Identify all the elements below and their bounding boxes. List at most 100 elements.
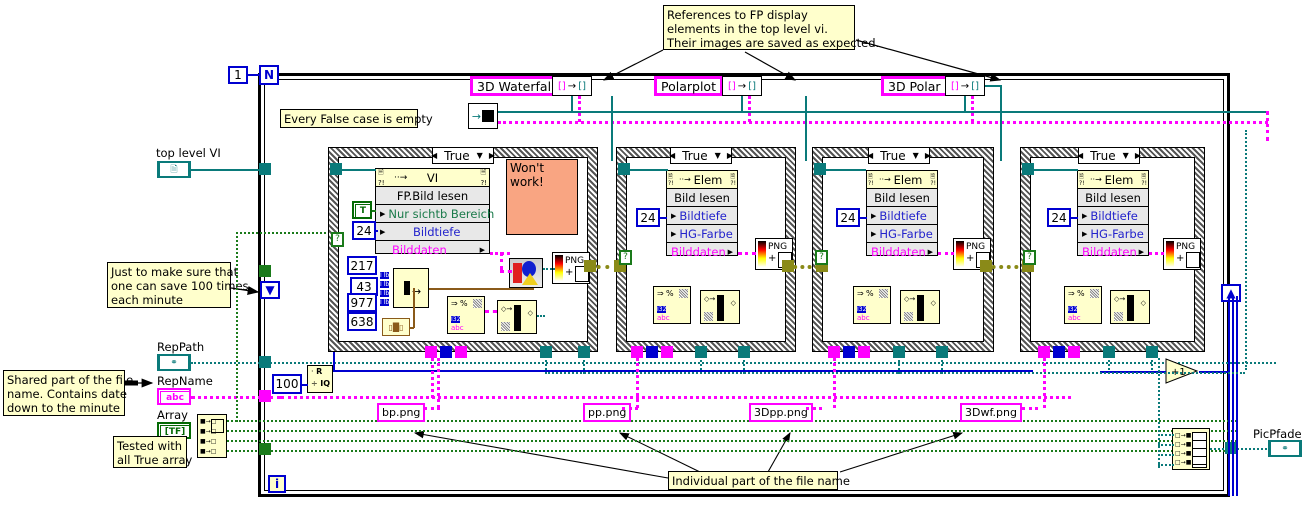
rect-constant-1-2[interactable]: 977	[347, 293, 377, 312]
case-dropdown-arrow-3[interactable]: ▼	[910, 151, 922, 160]
tunnel-olive-1[interactable]	[782, 260, 794, 272]
format-into-string-case-4[interactable]: ⇒ % I32 abc	[1064, 286, 1102, 324]
build-path-case-2[interactable]: ◇→ ◇	[700, 290, 740, 324]
case-selector-4[interactable]: ◀ True ▼ ▶	[1077, 147, 1141, 164]
case2-tunnel-blue[interactable]	[646, 346, 658, 358]
case-select-q-1[interactable]: ?	[331, 232, 344, 247]
case-next-arrow-4[interactable]: ▶	[1132, 151, 1144, 160]
case1-tunnel-in[interactable]	[330, 163, 342, 175]
control-reppath[interactable]: ⚭	[157, 354, 191, 371]
filename-constant-3[interactable]: 3Dpp.png	[749, 403, 813, 422]
bundle-node-case-1[interactable]: I lb I lb I lb I lb →	[380, 268, 429, 308]
case-prev-arrow-4[interactable]: ◀	[1074, 151, 1086, 160]
indicator-picpfade[interactable]: ⚭	[1268, 440, 1302, 457]
case1-tunnel-pink-a[interactable]	[425, 346, 437, 358]
case-next-arrow-3[interactable]: ▶	[922, 151, 934, 160]
case3-tunnel-pink-a[interactable]	[828, 346, 840, 358]
tunnel-array[interactable]	[259, 443, 271, 455]
depth-constant-case-4[interactable]: 24	[1047, 208, 1071, 227]
unbundle-node[interactable]: →	[468, 103, 498, 129]
case2-tunnel-pink-a[interactable]	[631, 346, 643, 358]
case2-tunnel-in[interactable]	[618, 163, 630, 175]
rect-constant-1-0[interactable]: 217	[347, 256, 377, 275]
constant-100[interactable]: 100	[272, 374, 302, 394]
typedef-node-case-1[interactable]: ▯█▯	[382, 318, 410, 336]
property-node-row-3-2[interactable]: Bilddaten ▶	[867, 243, 937, 260]
case-prev-arrow-2[interactable]: ◀	[666, 151, 678, 160]
quotient-remainder-node[interactable]: · R ÷ IQ	[307, 365, 333, 393]
reference-label-3d-waterfall[interactable]: 3D Waterfall	[470, 76, 562, 96]
depth-constant-case-2[interactable]: 24	[636, 208, 660, 227]
index-array-node[interactable]: ■→□ ■→□ ■→□ ■→□	[197, 414, 227, 458]
tunnel-olive-0[interactable]	[584, 260, 596, 272]
tunnel-topvi[interactable]	[259, 163, 271, 175]
case-dropdown-arrow-4[interactable]: ▼	[1120, 151, 1132, 160]
case-selector-3[interactable]: ◀ True ▼ ▶	[867, 147, 931, 164]
case3-tunnel-pink-b[interactable]	[858, 346, 870, 358]
property-node-row-3-0[interactable]: ▶ Bildtiefe	[867, 207, 937, 225]
filename-constant-4[interactable]: 3Dwf.png	[960, 403, 1022, 422]
case-selector-2[interactable]: ◀ True ▼ ▶	[669, 147, 733, 164]
array-to-element-node-3[interactable]: [] → []	[945, 76, 985, 96]
build-path-case-3[interactable]: ◇→ ◇	[900, 290, 940, 324]
reference-label-polarplot[interactable]: Polarplot	[654, 76, 723, 96]
property-node-case-2[interactable]: 🗎?! ‧‧→ Elem 🗎?! Bild lesen ▶ Bildtiefe …	[666, 170, 738, 259]
case2-tunnel-pink-b[interactable]	[661, 346, 673, 358]
array-to-element-node-2[interactable]: [] → []	[722, 76, 762, 96]
reference-label-3d-polar[interactable]: 3D Polar	[881, 76, 948, 96]
tunnel-olive-3[interactable]	[980, 260, 992, 272]
case4-tunnel-pink-a[interactable]	[1038, 346, 1050, 358]
build-array-node[interactable]: □→■ □→■ □→■ □→■	[1172, 428, 1210, 470]
case1-tunnel-blue[interactable]	[440, 346, 452, 358]
property-node-row-1-0[interactable]: ▶ Nur sichtb Bereich	[376, 205, 494, 223]
image-node-case-1[interactable]	[509, 258, 543, 288]
property-node-case-4[interactable]: 🗎?! ‧‧→ Elem 🗎?! Bild lesen ▶ Bildtiefe …	[1077, 170, 1149, 259]
case-select-q-3[interactable]: ?	[815, 250, 828, 265]
property-node-row-4-0[interactable]: ▶ Bildtiefe	[1078, 207, 1148, 225]
loop-count-constant[interactable]: 1	[228, 66, 248, 84]
case-select-q-4[interactable]: ?	[1023, 250, 1036, 265]
property-node-row-2-0[interactable]: ▶ Bildtiefe	[667, 207, 737, 225]
png-write-node-case-4[interactable]: PNG +	[1163, 238, 1201, 270]
case-next-arrow-1[interactable]: ▶	[486, 151, 498, 160]
tunnel-reppath[interactable]	[259, 356, 271, 368]
build-path-case-1[interactable]: ◇→ ◇	[497, 300, 537, 334]
filename-constant-2[interactable]: pp.png	[583, 403, 632, 422]
shift-register-right[interactable]: ▲	[1221, 284, 1241, 302]
depth-constant-case-1[interactable]: 24	[352, 221, 376, 240]
case-next-arrow-2[interactable]: ▶	[724, 151, 736, 160]
property-node-case-3[interactable]: 🗎?! ‧‧→ Elem 🗎?! Bild lesen ▶ Bildtiefe …	[866, 170, 938, 259]
case4-tunnel-in[interactable]	[1022, 163, 1034, 175]
property-node-case-1[interactable]: 🗎?! ‧‧→ VI 🗎?! FP.Bild lesen ▶ Nur sicht…	[375, 168, 494, 257]
true-constant-case-1[interactable]: T	[352, 201, 372, 219]
select-node[interactable]: ▼	[260, 281, 280, 299]
array-to-element-node-1[interactable]: [] → []	[552, 76, 592, 96]
tunnel-array-green[interactable]	[259, 265, 271, 277]
loop-iteration-terminal[interactable]: i	[268, 475, 286, 493]
filename-constant-1[interactable]: bp.png	[377, 403, 426, 422]
property-node-row-1-1[interactable]: ▶ Bildtiefe	[376, 223, 489, 241]
control-repname[interactable]: abc	[157, 388, 191, 405]
format-into-string-case-3[interactable]: ⇒ % I32 abc	[853, 286, 891, 324]
depth-constant-case-3[interactable]: 24	[836, 208, 860, 227]
case-dropdown-arrow-2[interactable]: ▼	[712, 151, 724, 160]
rect-constant-1-3[interactable]: 638	[347, 312, 377, 331]
case3-tunnel-in[interactable]	[814, 163, 826, 175]
property-node-row-2-1[interactable]: ▶ HG-Farbe	[667, 225, 737, 243]
property-node-row-3-1[interactable]: ▶ HG-Farbe	[867, 225, 937, 243]
format-into-string-case-1[interactable]: ⇒ % I32 abc	[447, 296, 485, 334]
property-node-row-2-2[interactable]: Bilddaten ▶	[667, 243, 737, 260]
tunnel-repname[interactable]	[259, 390, 271, 402]
case4-tunnel-pink-b[interactable]	[1068, 346, 1080, 358]
case-selector-1[interactable]: ◀ True ▼ ▶	[431, 147, 495, 164]
case1-tunnel-pink-b[interactable]	[455, 346, 467, 358]
case4-tunnel-blue[interactable]	[1053, 346, 1065, 358]
case-prev-arrow-3[interactable]: ◀	[864, 151, 876, 160]
case-dropdown-arrow-1[interactable]: ▼	[474, 151, 486, 160]
case-select-q-2[interactable]: ?	[619, 250, 632, 265]
control-top-level-vi[interactable]: 🗎	[157, 161, 191, 178]
increment-node[interactable]: +1	[1165, 358, 1199, 384]
property-node-row-4-1[interactable]: ▶ HG-Farbe	[1078, 225, 1148, 243]
build-path-case-4[interactable]: ◇→ ◇	[1110, 290, 1150, 324]
loop-n-terminal[interactable]: N	[259, 65, 279, 85]
